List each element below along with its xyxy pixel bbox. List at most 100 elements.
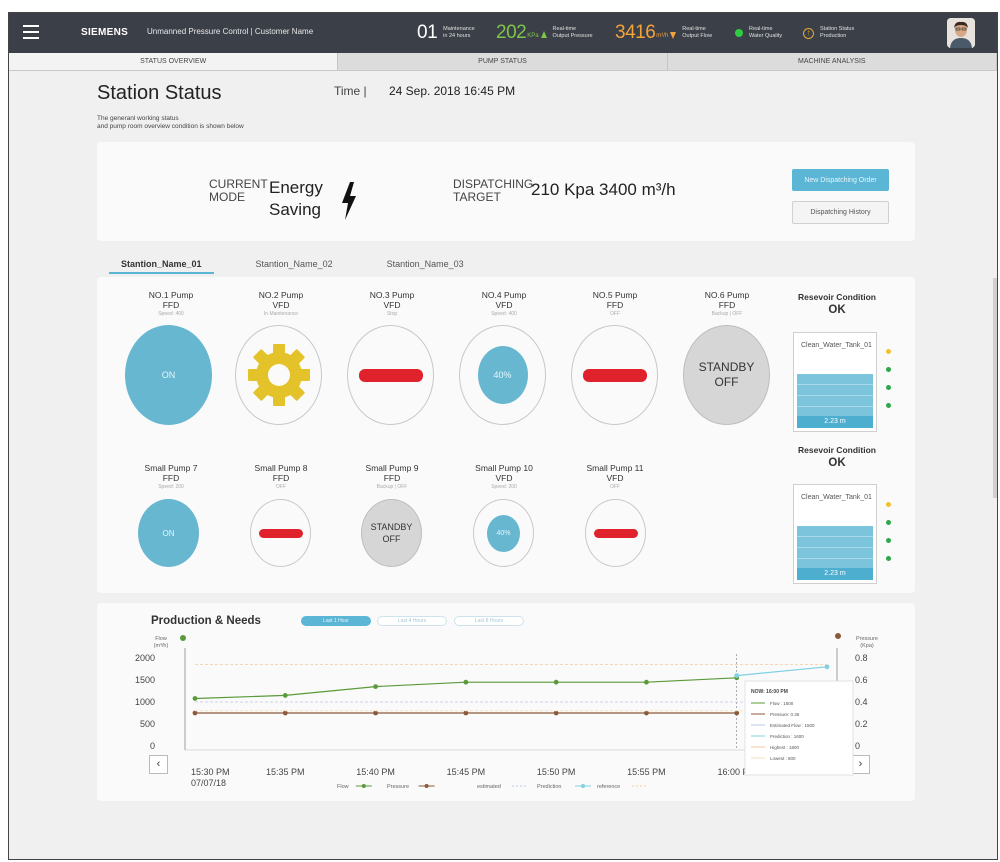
legend-label: estimated	[477, 784, 501, 790]
kpi-station-status[interactable]: ↑ Station Status Production	[803, 19, 854, 47]
time-value: 24 Sep. 2018 16:45 PM	[389, 84, 516, 98]
kpi-flow[interactable]: 3416 m³/h Real-time Output Flow	[615, 19, 712, 47]
mode-card: CURRENT MODE Energy Saving DISPATCHING TARG…	[97, 142, 915, 241]
pump-label-10: Small Pump 10 VFD Speed: 200	[475, 463, 533, 490]
pump-6-status[interactable]: STANDBY OFF	[683, 325, 770, 425]
water-quality-label: Real-time Water Quality	[749, 26, 783, 39]
series-point-flow	[553, 679, 559, 685]
series-point-pressure	[282, 710, 288, 716]
pump-2-status[interactable]	[235, 325, 322, 425]
station-tab-03[interactable]: Stantion_Name_03	[375, 257, 476, 274]
app-frame: SIEMENS Unmanned Pressure Control | Cust…	[8, 12, 998, 860]
legend-swatch-dot	[424, 784, 429, 788]
app-title: Unmanned Pressure Control | Customer Nam…	[147, 27, 314, 36]
pump-11-status[interactable]	[585, 499, 646, 567]
pump-9-standby-text: STANDBY OFF	[370, 522, 413, 544]
left-tick-label: 0	[150, 741, 155, 751]
reservoir-2-status-dot-2	[886, 520, 891, 525]
pump-label-2: NO.2 Pump VFD In Maintenance	[258, 290, 304, 317]
new-dispatching-order-button[interactable]: New Dispatching Order	[792, 169, 889, 191]
pump-label-11: Small Pump 11 VFD OFF	[586, 463, 644, 490]
pump-9-status[interactable]: STANDBY OFF	[361, 499, 422, 567]
pump-3-status[interactable]	[347, 325, 434, 425]
hamburger-menu-icon[interactable]	[23, 25, 39, 39]
flow-unit: m³/h	[656, 33, 669, 39]
series-point-pressure	[553, 710, 559, 716]
pump-8-status[interactable]	[250, 499, 311, 567]
reservoir-1-tank-name: Clean_Water_Tank_01	[801, 342, 872, 349]
tooltip-title: NOW: 16:00 PM	[751, 689, 788, 695]
stop-bar-icon	[258, 528, 303, 538]
arrow-up-icon	[540, 31, 547, 38]
right-axis-label: Pressure	[856, 636, 878, 642]
kpi-maintenance[interactable]: 01 Maintenance in 24 hours	[417, 19, 475, 47]
x-tick-sublabel: 07/07/18	[191, 778, 226, 788]
brand-logo: SIEMENS	[81, 27, 129, 38]
reservoir-2-level: 2.23 m	[797, 568, 873, 580]
stop-bar-icon	[582, 368, 647, 382]
right-tick-label: 0.6	[855, 675, 868, 685]
station-tab-02[interactable]: Stantion_Name_02	[244, 257, 345, 274]
pump-5-status[interactable]	[571, 325, 658, 425]
right-axis-unit: (Kpa)	[860, 643, 874, 649]
left-axis-unit: (m³/h)	[154, 643, 169, 649]
series-point-pressure	[463, 710, 469, 716]
series-point-flow	[644, 679, 649, 685]
current-mode-label: CURRENT MODE	[209, 177, 268, 204]
pump-7-status[interactable]: ON	[138, 499, 199, 567]
left-tick-label: 2000	[135, 653, 155, 663]
dispatching-history-button[interactable]: Dispatching History	[792, 201, 889, 224]
top-bar: SIEMENS Unmanned Pressure Control | Cust…	[9, 13, 997, 53]
tab-status-overview[interactable]: STATUS OVERVIEW	[9, 53, 339, 70]
pump-1-status[interactable]: ON	[125, 325, 212, 425]
gear-icon	[247, 344, 310, 406]
dispatching-target-value: 210 Kpa 3400 m³/h	[531, 180, 676, 199]
user-avatar[interactable]	[947, 18, 975, 48]
pump-6-standby-text: STANDBY OFF	[698, 360, 755, 389]
tooltip-row: Pressure: 0.35	[770, 712, 800, 717]
current-mode-value: Energy Saving	[269, 178, 323, 219]
pump-label-5: NO.5 Pump FFD OFF	[592, 290, 638, 317]
maintenance-label: Maintenance in 24 hours	[443, 26, 475, 39]
series-point-flow	[373, 684, 378, 689]
legend-swatch-dot	[581, 784, 585, 788]
reservoir-2-title: Resevoir Condition OK	[798, 445, 876, 469]
kpi-water-quality[interactable]: Real-time Water Quality	[735, 19, 782, 47]
legend-swatch-dot	[361, 784, 366, 788]
kpi-pressure[interactable]: 202 KPa Real-time Output Pressure	[496, 19, 593, 47]
reservoir-1-level: 2.23 m	[797, 416, 873, 428]
tooltip-row: Highest : 1800	[770, 745, 800, 750]
maintenance-count: 01	[417, 22, 438, 43]
pump-10-status[interactable]: 40%	[473, 499, 534, 567]
x-tick-label: 15:55 PM	[627, 767, 666, 777]
tab-pump-status[interactable]: PUMP STATUS	[338, 53, 668, 70]
stop-bar-icon	[593, 528, 638, 538]
tab-machine-analysis[interactable]: MACHINE ANALYSIS	[668, 53, 997, 70]
station-tab-01[interactable]: Stantion_Name_01	[109, 257, 214, 274]
pump-4-status[interactable]: 40%	[459, 325, 546, 425]
tooltip-row: Estimated Flow : 1500	[770, 723, 815, 728]
dispatching-target-label: DISPATCHING TARGET	[453, 177, 534, 204]
reservoir-1-tank[interactable]: Clean_Water_Tank_01 2.23 m	[793, 332, 877, 432]
arrow-down-icon	[670, 31, 677, 39]
x-tick-label: 15:35 PM	[266, 767, 305, 777]
reservoir-1-status-dot-3	[886, 385, 891, 390]
pressure-unit: KPa	[527, 33, 539, 39]
right-tick-label: 0.4	[855, 697, 868, 707]
reservoir-2-tank[interactable]: Clean_Water_Tank_01 2.23 m	[793, 484, 877, 584]
series-point-flow	[282, 693, 288, 698]
x-tick-label: 15:45 PM	[447, 767, 486, 777]
water-quality-status-icon	[735, 29, 743, 37]
left-tick-label: 1500	[135, 675, 155, 685]
pressure-label: Real-time Output Pressure	[552, 26, 593, 39]
reservoir-2-status-dot-4	[886, 556, 891, 561]
pumps-card: NO.1 Pump FFD Speed: 400 ON NO.2 Pump VFD In…	[97, 277, 915, 593]
flow-value: 3416	[615, 22, 656, 43]
pump-label-6: NO.6 Pump FFD Backup | OFF	[704, 290, 750, 317]
page-scrollbar[interactable]	[993, 278, 997, 498]
tooltip-row: Prediction : 1600	[770, 734, 804, 739]
stop-bar-icon	[358, 368, 423, 382]
station-status-icon: ↑	[803, 27, 814, 39]
reservoir-1-status-dot-4	[886, 403, 891, 408]
tooltip-row: Lowest : 800	[770, 756, 796, 761]
